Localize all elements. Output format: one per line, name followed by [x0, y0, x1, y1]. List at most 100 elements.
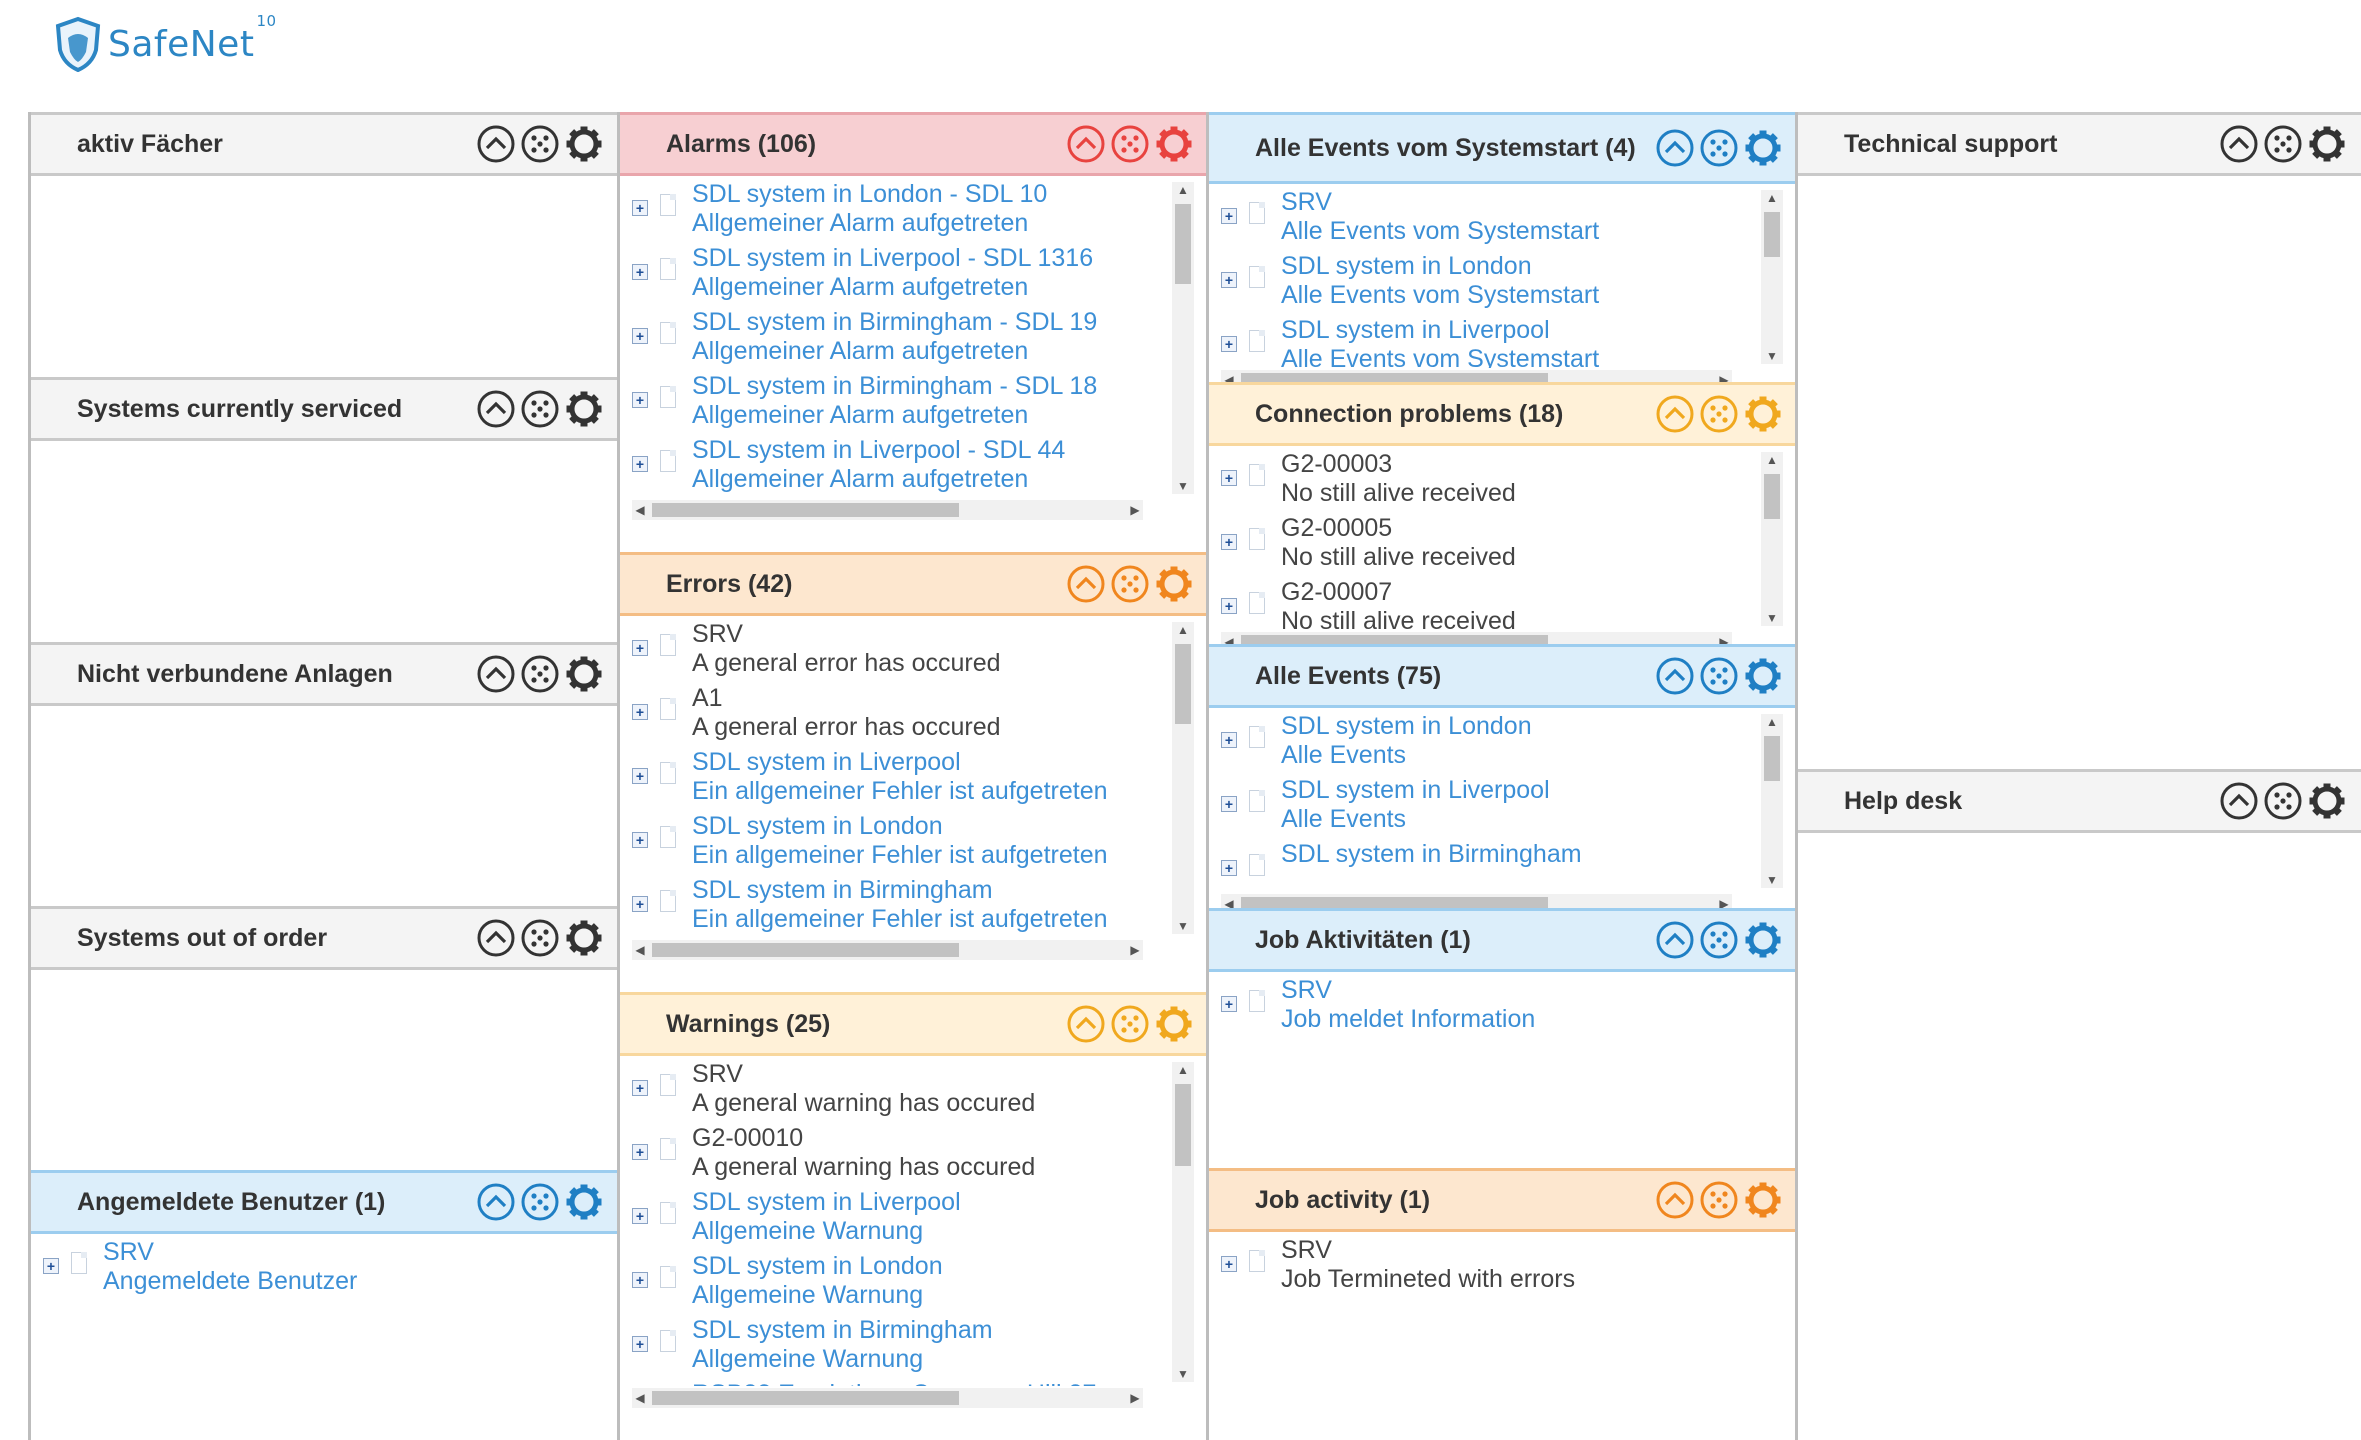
widget-item-list[interactable]: + SRV Job Termineted with errors	[1209, 1236, 1797, 1436]
move-icon[interactable]	[520, 124, 560, 164]
item-text[interactable]: SDL system in London - SDL 10 Allgemeiner…	[692, 180, 1047, 238]
gear-icon[interactable]	[564, 654, 604, 694]
gear-icon[interactable]	[564, 124, 604, 164]
move-icon[interactable]	[1699, 1180, 1739, 1220]
gear-icon[interactable]	[1154, 1004, 1194, 1044]
scroll-down-arrow-icon[interactable]: ▼	[1172, 478, 1194, 494]
collapse-icon[interactable]	[1066, 564, 1106, 604]
list-item[interactable]: + SRV A general error has occured	[620, 620, 1168, 684]
widget-header[interactable]: Systems currently serviced	[31, 377, 618, 441]
collapse-icon[interactable]	[476, 654, 516, 694]
expand-icon[interactable]: +	[632, 264, 648, 280]
widget-header[interactable]: Errors (42)	[620, 552, 1208, 616]
item-text[interactable]: RSB32 Emulation - Conneras Hill 37	[692, 1380, 1096, 1386]
scrollbar-thumb[interactable]	[1764, 736, 1780, 781]
scrollbar-thumb[interactable]	[1175, 204, 1191, 284]
horizontal-scrollbar[interactable]: ◀ ▶	[1221, 632, 1732, 644]
expand-icon[interactable]: +	[1221, 1256, 1237, 1272]
scroll-right-arrow-icon[interactable]: ▶	[1716, 370, 1732, 382]
list-item[interactable]: + SDL system in Liverpool Ein allgemeiner …	[620, 748, 1168, 812]
item-text[interactable]: SDL system in Birmingham	[1281, 840, 1582, 869]
widget-header[interactable]: Alle Events (75)	[1209, 644, 1797, 708]
expand-icon[interactable]: +	[1221, 598, 1237, 614]
widget-item-list[interactable]: + SDL system in London Alle Events + SDL sys…	[1209, 712, 1757, 892]
item-text[interactable]: SRV Angemeldete Benutzer	[103, 1238, 357, 1296]
scroll-left-arrow-icon[interactable]: ◀	[1221, 370, 1237, 382]
list-item[interactable]: + G2-00010 A general warning has occured	[620, 1124, 1168, 1188]
move-icon[interactable]	[1699, 128, 1739, 168]
list-item[interactable]: + SDL system in Birmingham - SDL 19 Allgem…	[620, 308, 1168, 372]
expand-icon[interactable]: +	[632, 1208, 648, 1224]
expand-icon[interactable]: +	[632, 1144, 648, 1160]
collapse-icon[interactable]	[1655, 920, 1695, 960]
move-icon[interactable]	[520, 918, 560, 958]
expand-icon[interactable]: +	[632, 640, 648, 656]
move-icon[interactable]	[1110, 124, 1150, 164]
expand-icon[interactable]: +	[632, 704, 648, 720]
move-icon[interactable]	[520, 654, 560, 694]
scroll-right-arrow-icon[interactable]: ▶	[1127, 1388, 1143, 1408]
scrollbar-thumb[interactable]	[1764, 212, 1780, 257]
move-icon[interactable]	[520, 389, 560, 429]
collapse-icon[interactable]	[476, 918, 516, 958]
gear-icon[interactable]	[1154, 564, 1194, 604]
move-icon[interactable]	[1110, 1004, 1150, 1044]
gear-icon[interactable]	[1743, 128, 1783, 168]
scroll-left-arrow-icon[interactable]: ◀	[1221, 894, 1237, 908]
scrollbar-thumb[interactable]	[1175, 1084, 1191, 1166]
scroll-left-arrow-icon[interactable]: ◀	[632, 500, 648, 520]
list-item[interactable]: + SRV Angemeldete Benutzer	[31, 1238, 618, 1302]
expand-icon[interactable]: +	[1221, 796, 1237, 812]
gear-icon[interactable]	[564, 1182, 604, 1222]
list-item[interactable]: + SDL system in Birmingham - SDL 18 Allgem…	[620, 372, 1168, 436]
move-icon[interactable]	[1699, 656, 1739, 696]
scrollbar-thumb[interactable]	[652, 943, 959, 957]
scroll-left-arrow-icon[interactable]: ◀	[632, 1388, 648, 1408]
expand-icon[interactable]: +	[632, 200, 648, 216]
widget-item-list[interactable]: + SDL system in London - SDL 10 Allgemeine…	[620, 180, 1168, 498]
scroll-left-arrow-icon[interactable]: ◀	[1221, 632, 1237, 644]
expand-icon[interactable]: +	[1221, 336, 1237, 352]
widget-item-list[interactable]: + SRV A general error has occured + A1 A gene…	[620, 620, 1168, 938]
widget-item-list[interactable]: + SRV Alle Events vom Systemstart + SDL syst…	[1209, 188, 1757, 368]
scroll-down-arrow-icon[interactable]: ▼	[1172, 918, 1194, 934]
list-item[interactable]: +RSB32 Emulation - Conneras Hill 37	[620, 1380, 1168, 1386]
list-item[interactable]: + G2-00007 No still alive received	[1209, 578, 1757, 630]
collapse-icon[interactable]	[1655, 128, 1695, 168]
item-text[interactable]: SDL system in London Alle Events vom Syst…	[1281, 252, 1599, 310]
scroll-up-arrow-icon[interactable]: ▲	[1172, 1062, 1194, 1078]
gear-icon[interactable]	[1743, 394, 1783, 434]
list-item[interactable]: + SRV A general warning has occured	[620, 1060, 1168, 1124]
item-text[interactable]: SDL system in Birmingham - SDL 19 Allgeme…	[692, 308, 1097, 366]
list-item[interactable]: + SRV Job meldet Information	[1209, 976, 1797, 1040]
widget-header[interactable]: aktiv Fächer	[31, 112, 618, 176]
widget-header[interactable]: Angemeldete Benutzer (1)	[31, 1170, 618, 1234]
list-item[interactable]: + A1 A general error has occured	[620, 684, 1168, 748]
scroll-right-arrow-icon[interactable]: ▶	[1716, 894, 1732, 908]
vertical-scrollbar[interactable]: ▲ ▼	[1172, 182, 1194, 494]
expand-icon[interactable]: +	[632, 768, 648, 784]
collapse-icon[interactable]	[1655, 656, 1695, 696]
expand-icon[interactable]: +	[632, 832, 648, 848]
expand-icon[interactable]: +	[1221, 996, 1237, 1012]
widget-header[interactable]: Connection problems (18)	[1209, 382, 1797, 446]
widget-header[interactable]: Job Aktivitäten (1)	[1209, 908, 1797, 972]
scrollbar-thumb[interactable]	[1764, 474, 1780, 519]
list-item[interactable]: + G2-00003 No still alive received	[1209, 450, 1757, 514]
scrollbar-thumb[interactable]	[1241, 897, 1548, 908]
gear-icon[interactable]	[2307, 781, 2347, 821]
expand-icon[interactable]: +	[1221, 860, 1237, 876]
widget-header[interactable]: Nicht verbundene Anlagen	[31, 642, 618, 706]
scroll-up-arrow-icon[interactable]: ▲	[1761, 714, 1783, 730]
collapse-icon[interactable]	[476, 1182, 516, 1222]
item-text[interactable]: SDL system in Liverpool Ein allgemeiner F…	[692, 748, 1108, 806]
scroll-up-arrow-icon[interactable]: ▲	[1761, 190, 1783, 206]
widget-header[interactable]: Warnings (25)	[620, 992, 1208, 1056]
item-text[interactable]: SDL system in London Alle Events	[1281, 712, 1532, 770]
item-text[interactable]: SRV Job meldet Information	[1281, 976, 1535, 1034]
horizontal-scrollbar[interactable]: ◀ ▶	[632, 940, 1143, 960]
widget-header[interactable]: Technical support	[1798, 112, 2361, 176]
item-text[interactable]: SDL system in Liverpool Allgemeine Warnun…	[692, 1188, 961, 1246]
expand-icon[interactable]: +	[632, 1272, 648, 1288]
expand-icon[interactable]: +	[1221, 208, 1237, 224]
